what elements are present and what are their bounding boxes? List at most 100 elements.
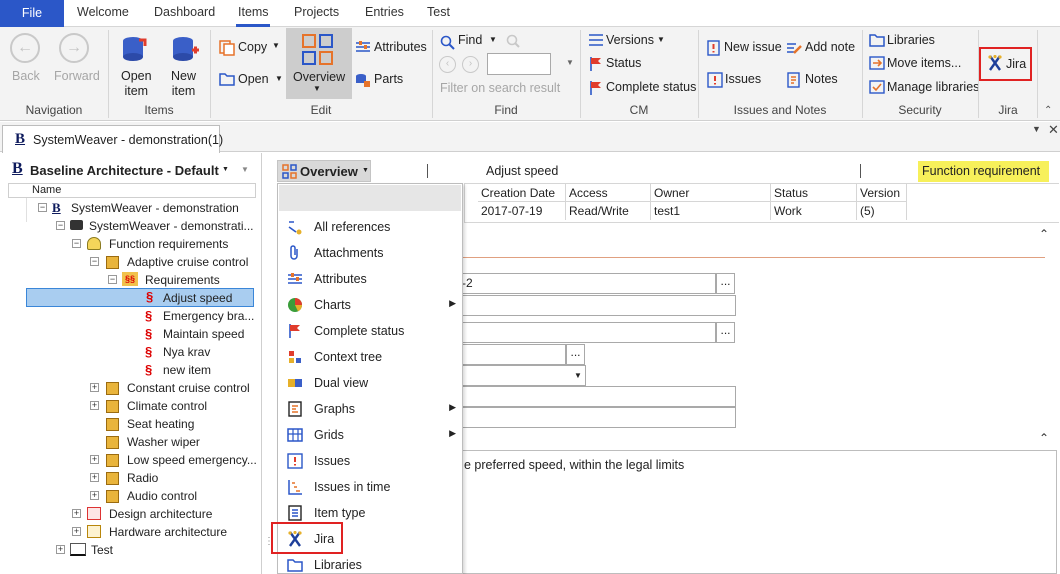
tab-items[interactable]: Items	[238, 5, 269, 19]
cube-icon	[106, 452, 119, 470]
copy-dropdown-icon[interactable]: ▼	[272, 41, 280, 50]
menu-item-issues[interactable]: Issues	[278, 448, 462, 474]
group-separator	[1037, 30, 1038, 118]
menu-item-grids[interactable]: Grids ▶	[278, 422, 462, 448]
open-button[interactable]: Open	[238, 72, 269, 86]
find-button[interactable]: Find	[458, 33, 482, 47]
field-select[interactable]: ▼	[459, 365, 586, 386]
new-item-button[interactable]: New item	[171, 69, 196, 99]
versions-dropdown-icon[interactable]: ▼	[657, 35, 665, 44]
copy-button[interactable]: Copy	[238, 40, 267, 54]
field-reference-browse-button[interactable]: ...	[716, 322, 735, 343]
tab-projects[interactable]: Projects	[294, 5, 339, 19]
tab-test[interactable]: Test	[427, 5, 450, 19]
versions-button[interactable]: Versions	[606, 33, 654, 47]
parts-button[interactable]: Parts	[374, 72, 403, 86]
field-date[interactable]	[459, 344, 566, 365]
baseline-selector-dropdown-icon[interactable]: ▼	[222, 166, 229, 173]
new-issue-button[interactable]: New issue	[724, 40, 782, 54]
tab-welcome[interactable]: Welcome	[77, 5, 129, 19]
issues-icon	[707, 72, 723, 88]
tab-entries[interactable]: Entries	[365, 5, 404, 19]
group-label-navigation: Navigation	[25, 103, 83, 117]
jira-ribbon-button[interactable]: Jira	[1006, 57, 1026, 71]
menu-item-all-references[interactable]: All references	[278, 214, 462, 240]
close-tab-icon[interactable]: ✕	[1048, 122, 1059, 138]
tab-list-dropdown-icon[interactable]: ▼	[1032, 124, 1041, 134]
grids-icon	[287, 428, 303, 442]
issues-button[interactable]: Issues	[725, 72, 761, 86]
baseline-selector[interactable]: Baseline Architecture - Default	[30, 163, 219, 178]
collapse-section-icon[interactable]: ⌃	[1039, 227, 1049, 241]
menu-item-graphs[interactable]: Graphs ▶	[278, 396, 462, 422]
document-tab[interactable]: B SystemWeaver - demonstration(1)	[2, 125, 223, 153]
description-editor[interactable]: e preferred speed, within the legal limi…	[459, 450, 1057, 574]
tree-node-selected[interactable]: § Adjust speed	[26, 288, 254, 307]
database-open-icon	[123, 37, 147, 61]
field-date-browse-button[interactable]: ...	[566, 344, 585, 365]
complete-status-button[interactable]: Complete status	[606, 80, 696, 94]
collapse-description-icon[interactable]: ⌃	[1039, 431, 1049, 445]
field-id[interactable]: -2	[459, 273, 716, 294]
menu-item-complete-status[interactable]: Complete status	[278, 318, 462, 344]
menu-item-libraries[interactable]: Libraries	[278, 552, 462, 574]
cube-icon	[106, 488, 119, 506]
forward-button[interactable]: Forward	[54, 69, 100, 83]
field-text-1[interactable]	[459, 386, 736, 407]
paperclip-icon	[290, 245, 298, 260]
field-name[interactable]	[459, 295, 736, 316]
tab-file[interactable]: File	[0, 0, 64, 27]
open-dropdown-icon[interactable]: ▼	[275, 74, 283, 83]
manage-libraries-button[interactable]: Manage libraries	[887, 80, 979, 94]
cube-icon	[106, 416, 119, 434]
back-button[interactable]: Back	[12, 69, 40, 83]
overview-label: Overview	[293, 70, 346, 84]
status-button[interactable]: Status	[606, 56, 641, 70]
find-input[interactable]	[487, 53, 551, 75]
menu-item-context-tree[interactable]: Context tree	[278, 344, 462, 370]
collapse-ribbon-icon[interactable]: ⌃	[1044, 105, 1052, 116]
requirement-icon: §	[145, 362, 153, 377]
notes-button[interactable]: Notes	[805, 72, 838, 86]
menu-item-attributes[interactable]: Attributes	[278, 266, 462, 292]
column-header-version: Version	[857, 184, 907, 202]
notes-icon	[787, 72, 800, 88]
field-id-browse-button[interactable]: ...	[716, 273, 735, 294]
menu-item-attachments[interactable]: Attachments	[278, 240, 462, 266]
menu-item-issues-in-time[interactable]: Issues in time	[278, 474, 462, 500]
tree-node[interactable]: § Maintain speed	[145, 325, 244, 343]
move-items-icon	[869, 56, 885, 70]
tab-dashboard[interactable]: Dashboard	[154, 5, 215, 19]
group-label-edit: Edit	[310, 103, 332, 117]
field-text-2[interactable]	[459, 407, 736, 428]
tree-node[interactable]: § Emergency bra...	[145, 307, 254, 325]
attributes-button[interactable]: Attributes	[374, 40, 427, 54]
cell-creation-date: 2017-07-19	[478, 202, 566, 220]
overview-button[interactable]: Overview ▼	[286, 28, 352, 99]
open-item-button[interactable]: Open item	[121, 69, 152, 99]
libraries-button[interactable]: Libraries	[887, 33, 935, 47]
add-note-button[interactable]: Add note	[805, 40, 855, 54]
header-separator	[427, 164, 428, 178]
function-requirements-icon	[87, 237, 101, 250]
find-next-icon[interactable]: ›	[462, 56, 479, 73]
menu-item-charts[interactable]: Charts ▶	[278, 292, 462, 318]
overview-view-selector[interactable]: Overview ▼	[277, 160, 371, 182]
tree-node[interactable]: § new item	[145, 361, 211, 379]
find-input-dropdown-icon[interactable]: ▼	[566, 58, 574, 67]
group-label-jira: Jira	[998, 103, 1018, 117]
move-items-button[interactable]: Move items...	[887, 56, 961, 70]
find-previous-icon[interactable]: ‹	[439, 56, 456, 73]
menu-search-area	[279, 185, 461, 211]
test-icon	[70, 543, 86, 556]
menu-item-dual-view[interactable]: Dual view	[278, 370, 462, 396]
search-icon	[440, 35, 455, 50]
panel-options-icon[interactable]: ▼	[241, 165, 249, 174]
field-reference[interactable]	[459, 322, 716, 343]
item-type-icon	[288, 505, 302, 521]
requirement-icon: §	[145, 326, 153, 341]
filter-on-search-result[interactable]: Filter on search result	[440, 81, 560, 95]
group-label-find: Find	[494, 103, 518, 117]
find-dropdown-icon[interactable]: ▼	[489, 35, 497, 44]
tree-node[interactable]: § Nya krav	[145, 343, 210, 361]
